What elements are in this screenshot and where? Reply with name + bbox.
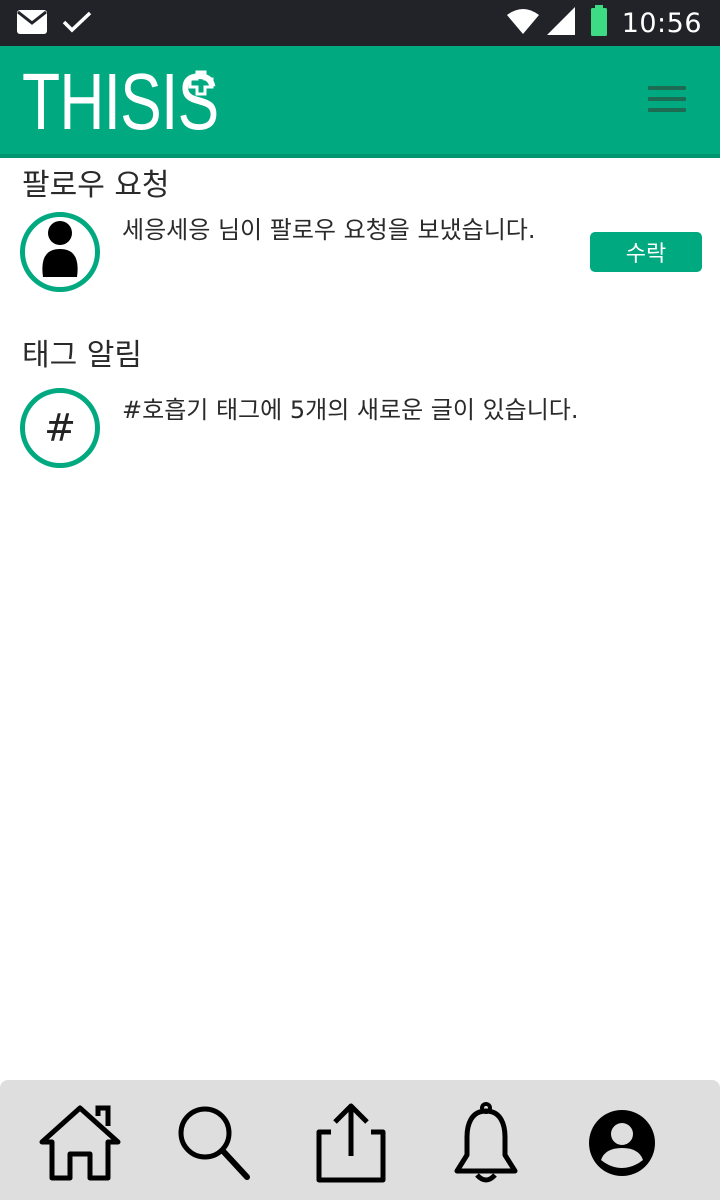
tag-alerts-title: 태그 알림 [22, 338, 142, 373]
tag-avatar[interactable]: # [20, 388, 100, 468]
home-icon[interactable] [35, 1098, 125, 1188]
bell-icon[interactable] [441, 1098, 531, 1188]
user-icon [35, 219, 85, 285]
battery-icon [590, 5, 608, 41]
signal-icon [546, 6, 576, 40]
hashtag-glyph: # [44, 406, 76, 450]
wifi-icon [506, 7, 540, 39]
plus-icon [188, 70, 214, 100]
hamburger-menu-icon[interactable] [648, 86, 688, 114]
app-header: THISIS [0, 46, 720, 158]
mail-icon [16, 9, 48, 39]
status-bar: 10:56 [0, 0, 720, 46]
share-icon[interactable] [304, 1098, 394, 1188]
bottom-nav [0, 1080, 720, 1200]
profile-icon[interactable] [577, 1098, 667, 1188]
follow-requests-title: 팔로우 요청 [22, 168, 170, 203]
search-icon[interactable] [168, 1098, 258, 1188]
app-logo[interactable]: THISIS [22, 62, 274, 142]
follow-request-message: 세응세응 님이 팔로우 요청을 보냈습니다. [122, 216, 536, 244]
header-shadow [0, 154, 720, 158]
tag-alert-message[interactable]: #호흡기 태그에 5개의 새로운 글이 있습니다. [122, 390, 579, 425]
follower-avatar[interactable] [20, 212, 100, 292]
accept-button[interactable]: 수락 [590, 232, 702, 272]
check-icon [62, 10, 92, 38]
status-time: 10:56 [621, 7, 702, 39]
